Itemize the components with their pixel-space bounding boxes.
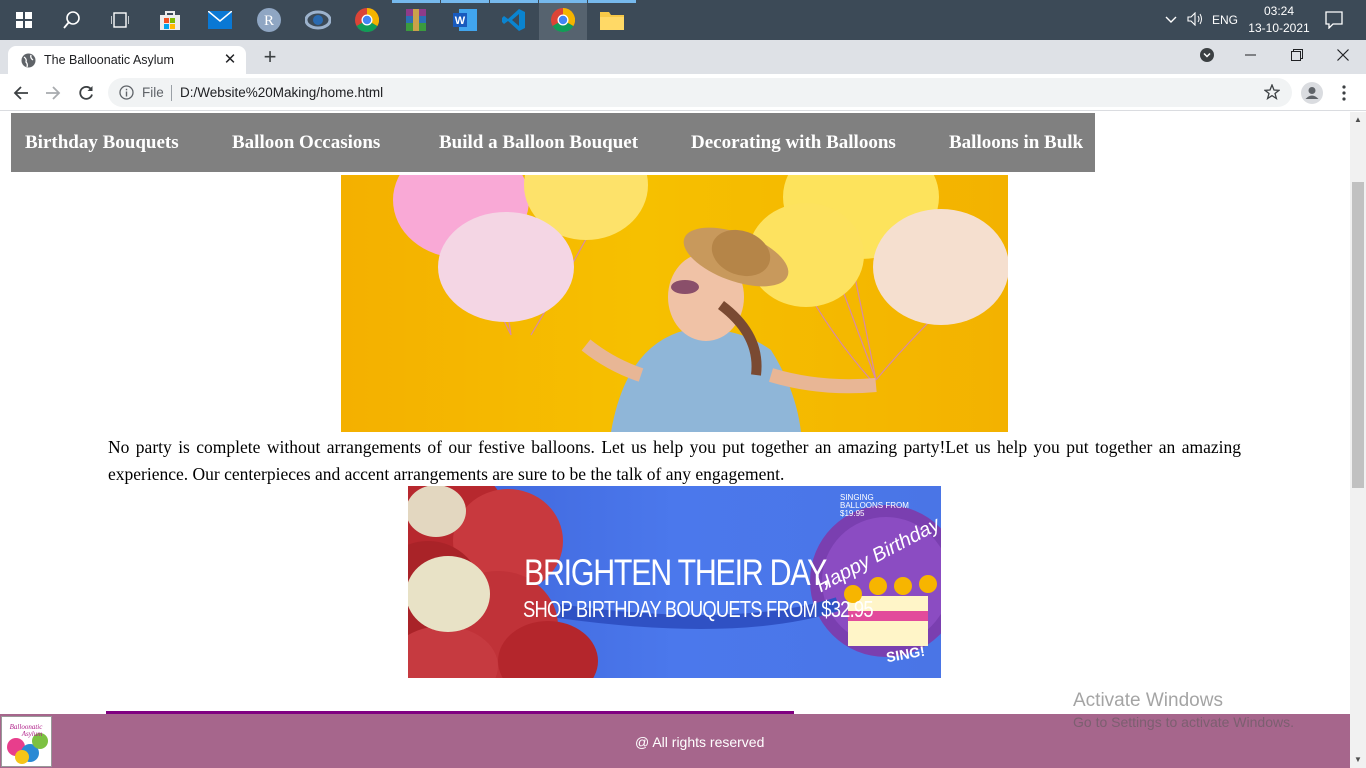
volume-icon[interactable] bbox=[1187, 11, 1205, 29]
page-scrollbar[interactable]: ▲ ▼ bbox=[1350, 112, 1366, 768]
scroll-down-arrow-icon[interactable]: ▼ bbox=[1350, 752, 1366, 768]
clock-date: 13-10-2021 bbox=[1248, 21, 1310, 35]
nav-decorating-with-balloons[interactable]: Decorating with Balloons bbox=[691, 132, 896, 154]
word-icon[interactable]: W bbox=[441, 0, 489, 40]
site-logo[interactable]: Balloonatic Asylum bbox=[1, 716, 52, 767]
url-separator bbox=[171, 85, 172, 101]
close-tab-icon[interactable]: ✕ bbox=[222, 52, 238, 68]
browser-toolbar: File D:/Website%20Making/home.html bbox=[0, 74, 1366, 111]
banner-headline: BRIGHTEN THEIR DAY, bbox=[524, 552, 831, 593]
tab-title: The Balloonatic Asylum bbox=[44, 53, 174, 67]
watermark-title: Activate Windows bbox=[1073, 690, 1223, 711]
svg-text:W: W bbox=[455, 15, 466, 27]
globe-icon bbox=[21, 53, 36, 68]
scroll-up-arrow-icon[interactable]: ▲ bbox=[1350, 112, 1366, 128]
address-bar[interactable]: File D:/Website%20Making/home.html bbox=[108, 78, 1292, 107]
banner-subline: SHOP BIRTHDAY BOUQUETS FROM $32.95 bbox=[523, 596, 874, 622]
profile-icon[interactable] bbox=[1298, 79, 1326, 107]
banner-corner-text: SINGING BALLOONS FROM $19.95 bbox=[840, 493, 909, 518]
file-explorer-icon[interactable] bbox=[588, 0, 636, 40]
watermark-subtitle: Go to Settings to activate Windows. bbox=[1073, 714, 1294, 730]
url-scheme-label: File bbox=[142, 85, 164, 100]
system-tray: ENG bbox=[1163, 0, 1238, 40]
store-icon[interactable] bbox=[146, 0, 194, 40]
restore-button[interactable] bbox=[1274, 40, 1320, 70]
star-icon[interactable] bbox=[1263, 83, 1281, 105]
chrome-active-icon[interactable] bbox=[539, 0, 587, 40]
site-nav: Birthday Bouquets Balloon Occasions Buil… bbox=[11, 113, 1095, 172]
mail-icon[interactable] bbox=[196, 0, 244, 40]
scroll-thumb[interactable] bbox=[1352, 182, 1364, 488]
language-indicator[interactable]: ENG bbox=[1212, 13, 1238, 27]
page-viewport: Birthday Bouquets Balloon Occasions Buil… bbox=[0, 112, 1350, 768]
winrar-icon[interactable] bbox=[392, 0, 440, 40]
nav-balloons-in-bulk[interactable]: Balloons in Bulk bbox=[949, 132, 1083, 154]
browser-tab-strip: The Balloonatic Asylum ✕ bbox=[0, 40, 1366, 74]
rstudio-icon[interactable] bbox=[294, 0, 342, 40]
chrome-icon[interactable] bbox=[343, 0, 391, 40]
reload-button[interactable] bbox=[72, 79, 100, 107]
svg-text:R: R bbox=[264, 13, 274, 29]
hero-image bbox=[341, 175, 1008, 432]
info-icon[interactable] bbox=[119, 85, 134, 105]
svg-text:Asylum: Asylum bbox=[21, 730, 43, 738]
nav-balloon-occasions[interactable]: Balloon Occasions bbox=[232, 132, 380, 154]
nav-build-a-balloon-bouquet[interactable]: Build a Balloon Bouquet bbox=[439, 132, 638, 154]
search-icon[interactable] bbox=[48, 0, 96, 40]
notifications-icon[interactable] bbox=[1310, 0, 1358, 40]
tab-search-icon[interactable] bbox=[1184, 40, 1230, 70]
r-app-icon[interactable]: R bbox=[245, 0, 293, 40]
back-button[interactable] bbox=[7, 79, 35, 107]
vscode-icon[interactable] bbox=[490, 0, 538, 40]
minimize-button[interactable] bbox=[1228, 40, 1274, 70]
clock-time: 03:24 bbox=[1263, 4, 1295, 18]
windows-start-icon[interactable] bbox=[0, 0, 48, 40]
task-view-icon[interactable] bbox=[96, 0, 144, 40]
menu-kebab-icon[interactable] bbox=[1330, 79, 1358, 107]
birthday-banner-image[interactable]: BRIGHTEN THEIR DAY, SHOP BIRTHDAY BOUQUE… bbox=[408, 486, 941, 678]
new-tab-button[interactable]: + bbox=[258, 46, 282, 70]
intro-paragraph: No party is complete without arrangement… bbox=[108, 437, 1241, 484]
close-window-button[interactable] bbox=[1320, 40, 1366, 70]
browser-tab[interactable]: The Balloonatic Asylum ✕ bbox=[8, 46, 246, 74]
copyright-text: @ All rights reserved bbox=[635, 734, 765, 750]
url-text[interactable]: D:/Website%20Making/home.html bbox=[180, 85, 383, 100]
clock[interactable]: 03:24 13-10-2021 bbox=[1244, 3, 1314, 37]
chevron-up-icon[interactable] bbox=[1163, 13, 1179, 27]
activate-windows-watermark: Activate Windows Go to Settings to activ… bbox=[1073, 690, 1294, 730]
forward-button[interactable] bbox=[39, 79, 67, 107]
nav-birthday-bouquets[interactable]: Birthday Bouquets bbox=[25, 132, 179, 154]
windows-taskbar: R W ENG 03:24 13-10-2021 bbox=[0, 0, 1366, 40]
